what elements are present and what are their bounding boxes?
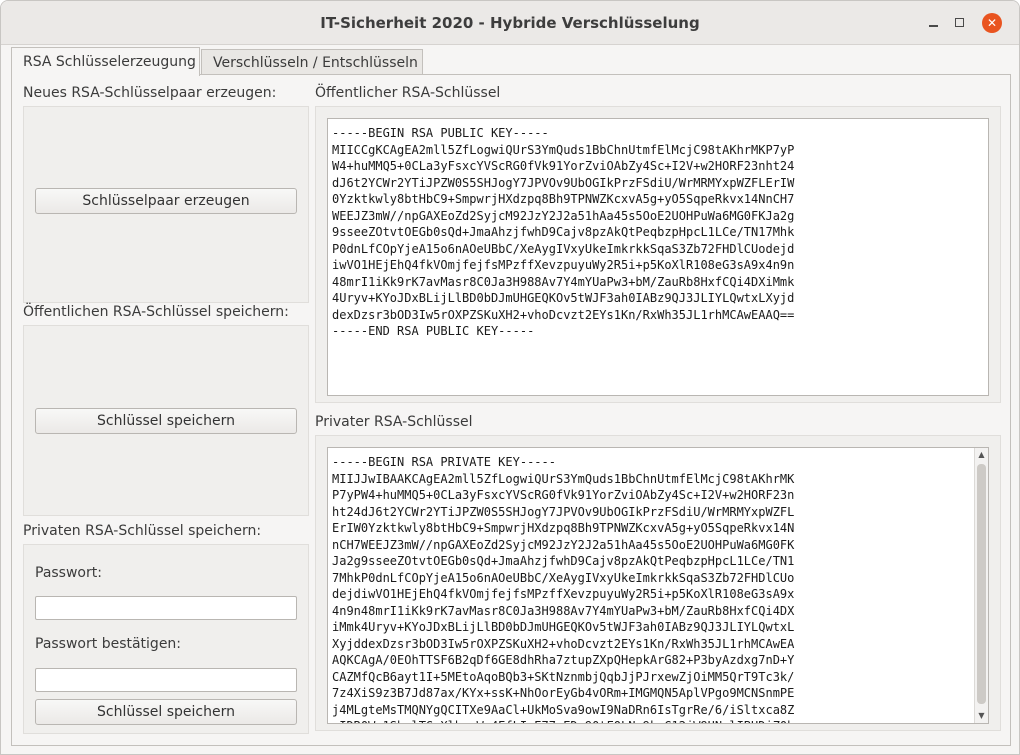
save-private-key-label: Privaten RSA-Schlüssel speichern: — [23, 523, 262, 539]
close-icon: ✕ — [986, 16, 998, 30]
title-bar[interactable]: IT-Sicherheit 2020 - Hybride Verschlüsse… — [1, 1, 1019, 45]
minimize-button[interactable] — [923, 13, 943, 33]
password-label: Passwort: — [35, 565, 102, 581]
minimize-icon — [928, 25, 938, 27]
generate-keypair-button[interactable]: Schlüsselpaar erzeugen — [35, 188, 297, 214]
app-window: IT-Sicherheit 2020 - Hybride Verschlüsse… — [0, 0, 1020, 755]
tab-panel-rsa-key-generation: Neues RSA-Schlüsselpaar erzeugen: Schlüs… — [11, 74, 1011, 746]
save-public-key-label: Öffentlichen RSA-Schlüssel speichern: — [23, 304, 289, 320]
save-public-key-group: Schlüssel speichern — [23, 325, 309, 516]
scroll-down-arrow-icon[interactable]: ▼ — [975, 709, 988, 723]
generate-keypair-group: Schlüsselpaar erzeugen — [23, 106, 309, 303]
public-key-group: -----BEGIN RSA PUBLIC KEY----- MIICCgKCA… — [315, 106, 1001, 403]
password-input[interactable] — [35, 596, 297, 620]
private-key-textarea[interactable]: -----BEGIN RSA PRIVATE KEY----- MIIJJwIB… — [327, 447, 989, 724]
private-key-label: Privater RSA-Schlüssel — [315, 414, 473, 430]
maximize-icon — [954, 18, 964, 27]
confirm-password-input[interactable] — [35, 668, 297, 692]
tab-rsa-key-generation[interactable]: RSA Schlüsselerzeugung — [11, 47, 200, 76]
private-key-group: -----BEGIN RSA PRIVATE KEY----- MIIJJwIB… — [315, 435, 1001, 731]
window-title: IT-Sicherheit 2020 - Hybride Verschlüsse… — [320, 14, 700, 32]
public-key-textarea[interactable]: -----BEGIN RSA PUBLIC KEY----- MIICCgKCA… — [327, 118, 989, 396]
save-public-key-button[interactable]: Schlüssel speichern — [35, 408, 297, 434]
save-private-key-button[interactable]: Schlüssel speichern — [35, 699, 297, 725]
generate-keypair-label: Neues RSA-Schlüsselpaar erzeugen: — [23, 85, 277, 101]
public-key-label: Öffentlicher RSA-Schlüssel — [315, 85, 501, 101]
public-key-text: -----BEGIN RSA PUBLIC KEY----- MIICCgKCA… — [332, 126, 795, 338]
scroll-up-arrow-icon[interactable]: ▲ — [975, 448, 988, 462]
scrollbar-thumb[interactable] — [977, 464, 986, 704]
save-private-key-group: Passwort: Passwort bestätigen: Schlüssel… — [23, 544, 309, 734]
tab-encrypt-decrypt[interactable]: Verschlüsseln / Entschlüsseln — [201, 49, 423, 75]
private-key-text: -----BEGIN RSA PRIVATE KEY----- MIIJJwIB… — [332, 455, 795, 723]
maximize-button[interactable] — [949, 13, 969, 33]
close-button[interactable]: ✕ — [982, 13, 1002, 33]
confirm-password-label: Passwort bestätigen: — [35, 636, 182, 652]
private-key-scrollbar[interactable]: ▲ ▼ — [974, 448, 988, 723]
